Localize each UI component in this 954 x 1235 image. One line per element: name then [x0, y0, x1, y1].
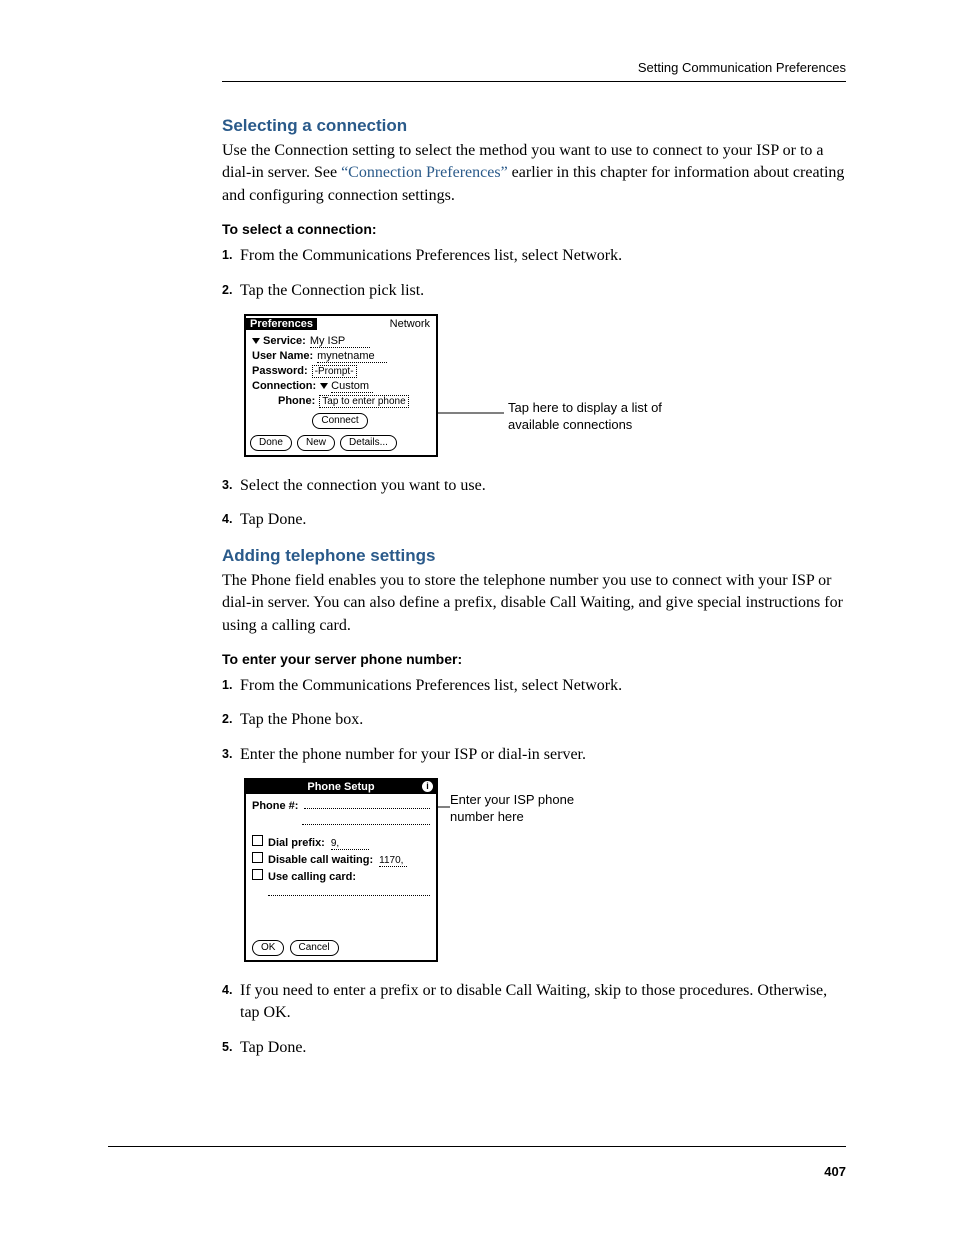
password-label: Password:	[252, 365, 308, 377]
running-header: Setting Communication Preferences	[222, 60, 846, 75]
ok-button[interactable]: OK	[252, 940, 284, 956]
callout-connection-list: Tap here to display a list of available …	[508, 314, 668, 434]
callout-enter-isp-phone: Enter your ISP phone number here	[450, 778, 610, 826]
step-number: 2.	[222, 280, 240, 302]
phone-number-field-line2[interactable]	[302, 814, 430, 825]
section-title-adding-telephone: Adding telephone settings	[222, 546, 846, 566]
footer-rule	[108, 1146, 846, 1147]
palm1-title-left: Preferences	[246, 318, 317, 330]
dial-prefix-label: Dial prefix:	[268, 837, 325, 849]
palm-preferences-screenshot: Preferences Network Service: My ISP User…	[244, 314, 438, 457]
phone-label: Phone:	[278, 395, 315, 407]
phone-number-field[interactable]	[304, 798, 430, 809]
step-number: 1.	[222, 245, 240, 267]
step-number: 3.	[222, 475, 240, 497]
phone-value[interactable]: Tap to enter phone	[319, 395, 408, 408]
connect-button[interactable]: Connect	[312, 413, 367, 429]
use-calling-card-checkbox[interactable]	[252, 869, 263, 880]
username-value[interactable]: mynetname	[317, 350, 387, 363]
details-button[interactable]: Details...	[340, 435, 397, 451]
step-text: Tap the Phone box.	[240, 709, 363, 731]
step-number: 3.	[222, 744, 240, 766]
step-number: 2.	[222, 709, 240, 731]
step-text: Select the connection you want to use.	[240, 475, 486, 497]
disable-call-waiting-label: Disable call waiting:	[268, 854, 373, 866]
palm-phone-setup-screenshot: Phone Setup i Phone #: Dial prefix: 9, D…	[244, 778, 438, 962]
step-text: Tap the Connection pick list.	[240, 280, 424, 302]
connection-label: Connection:	[252, 380, 316, 392]
dropdown-icon	[320, 383, 328, 389]
page-number: 407	[824, 1164, 846, 1179]
disable-call-waiting-value[interactable]: 1170,	[379, 855, 407, 867]
disable-call-waiting-checkbox[interactable]	[252, 852, 263, 863]
connection-preferences-link[interactable]: “Connection Preferences”	[341, 164, 508, 181]
done-button[interactable]: Done	[250, 435, 292, 451]
calling-card-field[interactable]	[268, 885, 430, 896]
step-text: If you need to enter a prefix or to disa…	[240, 980, 846, 1025]
service-label: Service:	[263, 335, 306, 347]
callout-leader	[438, 314, 508, 424]
password-value[interactable]: -Prompt-	[312, 365, 357, 378]
step-number: 4.	[222, 980, 240, 1025]
new-button[interactable]: New	[297, 435, 335, 451]
step-number: 4.	[222, 509, 240, 531]
figure-phone-setup: Phone Setup i Phone #: Dial prefix: 9, D…	[244, 778, 846, 962]
cancel-button[interactable]: Cancel	[290, 940, 339, 956]
callout-leader-2	[438, 778, 450, 816]
phone-number-label: Phone #:	[252, 800, 298, 812]
connection-value[interactable]: Custom	[331, 380, 373, 393]
step-text: From the Communications Preferences list…	[240, 675, 622, 697]
section-title-selecting: Selecting a connection	[222, 116, 846, 136]
service-value[interactable]: My ISP	[310, 335, 370, 348]
step-text: Tap Done.	[240, 1037, 306, 1059]
palm2-title: Phone Setup	[307, 781, 374, 793]
step-number: 5.	[222, 1037, 240, 1059]
figure-preferences-network: Preferences Network Service: My ISP User…	[244, 314, 846, 457]
dropdown-icon	[252, 338, 260, 344]
step-text: Tap Done.	[240, 509, 306, 531]
step-number: 1.	[222, 675, 240, 697]
procedure-title-select-connection: To select a connection:	[222, 221, 846, 237]
dial-prefix-value[interactable]: 9,	[331, 838, 369, 850]
section1-intro: Use the Connection setting to select the…	[222, 140, 846, 207]
dial-prefix-checkbox[interactable]	[252, 835, 263, 846]
username-label: User Name:	[252, 350, 313, 362]
procedure-title-enter-phone: To enter your server phone number:	[222, 651, 846, 667]
section2-intro: The Phone field enables you to store the…	[222, 570, 846, 637]
info-icon[interactable]: i	[422, 781, 433, 792]
step-text: From the Communications Preferences list…	[240, 245, 622, 267]
step-text: Enter the phone number for your ISP or d…	[240, 744, 586, 766]
use-calling-card-label: Use calling card:	[268, 871, 356, 883]
palm1-title-right: Network	[390, 318, 430, 330]
header-rule	[222, 81, 846, 82]
